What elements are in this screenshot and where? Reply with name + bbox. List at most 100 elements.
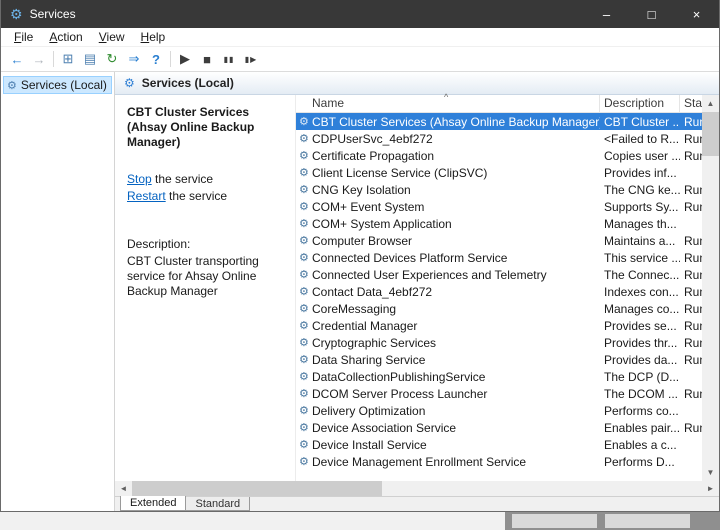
service-row[interactable]: ⚙CNG Key IsolationThe CNG ke...Running [296, 181, 702, 198]
forward-icon[interactable]: → [28, 49, 50, 69]
service-gear-icon: ⚙ [296, 302, 312, 315]
service-description: Copies user ... [600, 149, 680, 163]
restart-link-suffix: the service [166, 189, 227, 203]
service-status: Running [680, 302, 702, 316]
sort-ascending-icon: ^ [444, 92, 448, 102]
service-row[interactable]: ⚙Cryptographic ServicesProvides thr...Ru… [296, 334, 702, 351]
service-row[interactable]: ⚙Certificate PropagationCopies user ...R… [296, 147, 702, 164]
restart-service-icon[interactable]: ▮▶ [240, 49, 262, 69]
service-row[interactable]: ⚙Computer BrowserMaintains a...Running [296, 232, 702, 249]
tree-node-services-local[interactable]: ⚙ Services (Local) [3, 76, 112, 94]
toolbar: ← → ⊞ ▤ ↻ ⇒ ? ▶ ■ ▮▮ ▮▶ [1, 47, 719, 72]
service-status: Running [680, 200, 702, 214]
service-row[interactable]: ⚙Client License Service (ClipSVC)Provide… [296, 164, 702, 181]
menu-action[interactable]: Action [41, 30, 90, 44]
service-status: Running [680, 319, 702, 333]
service-status: Running [680, 387, 702, 401]
service-row[interactable]: ⚙DataCollectionPublishingServiceThe DCP … [296, 368, 702, 385]
column-header-status[interactable]: Status [680, 95, 702, 112]
service-row[interactable]: ⚙DCOM Server Process LauncherThe DCOM ..… [296, 385, 702, 402]
service-status: Running [680, 234, 702, 248]
service-row[interactable]: ⚙Delivery OptimizationPerforms co... [296, 402, 702, 419]
restart-service-link[interactable]: Restart [127, 189, 166, 203]
service-row[interactable]: ⚙Credential ManagerProvides se...Running [296, 317, 702, 334]
help-icon[interactable]: ? [145, 49, 167, 69]
taskbar-button[interactable] [512, 514, 597, 528]
service-gear-icon: ⚙ [296, 404, 312, 417]
column-header-description[interactable]: Description [600, 95, 680, 112]
service-name: Device Association Service [312, 421, 600, 435]
service-gear-icon: ⚙ [296, 285, 312, 298]
service-description: Enables a c... [600, 438, 680, 452]
tab-extended[interactable]: Extended [120, 496, 186, 511]
service-gear-icon: ⚙ [296, 438, 312, 451]
scroll-right-icon[interactable]: ► [702, 484, 719, 493]
horizontal-scrollbar-thumb[interactable] [132, 481, 382, 496]
service-row[interactable]: ⚙Connected Devices Platform ServiceThis … [296, 249, 702, 266]
service-gear-icon: ⚙ [296, 336, 312, 349]
service-row[interactable]: ⚙COM+ System ApplicationManages th... [296, 215, 702, 232]
service-name: DCOM Server Process Launcher [312, 387, 600, 401]
service-name: Cryptographic Services [312, 336, 600, 350]
vertical-scrollbar[interactable]: ▲ ▼ [702, 95, 719, 481]
scroll-left-icon[interactable]: ◄ [115, 484, 132, 493]
window-title: Services [30, 7, 76, 21]
service-name: COM+ Event System [312, 200, 600, 214]
menu-file[interactable]: File [6, 30, 41, 44]
service-row[interactable]: ⚙Contact Data_4ebf272Indexes con...Runni… [296, 283, 702, 300]
menu-help[interactable]: Help [133, 30, 174, 44]
service-description: Performs D... [600, 455, 680, 469]
vertical-scrollbar-thumb[interactable] [702, 112, 719, 156]
show-console-tree-icon[interactable]: ⊞ [57, 49, 79, 69]
service-status: Running [680, 251, 702, 265]
menu-view[interactable]: View [91, 30, 133, 44]
scroll-down-icon[interactable]: ▼ [702, 464, 719, 481]
service-row[interactable]: ⚙Device Management Enrollment ServicePer… [296, 453, 702, 470]
stop-link-suffix: the service [152, 172, 213, 186]
service-gear-icon: ⚙ [296, 200, 312, 213]
service-row[interactable]: ⚙CBT Cluster Services (Ahsay Online Back… [296, 113, 702, 130]
minimize-button[interactable]: – [584, 0, 629, 28]
refresh-icon[interactable]: ↻ [101, 49, 123, 69]
service-row[interactable]: ⚙Device Association ServiceEnables pair.… [296, 419, 702, 436]
service-name: Credential Manager [312, 319, 600, 333]
horizontal-scrollbar[interactable]: ◄ ► [115, 481, 719, 496]
service-row[interactable]: ⚙CDPUserSvc_4ebf272<Failed to R...Runnin… [296, 130, 702, 147]
service-status: Running [680, 132, 702, 146]
service-gear-icon: ⚙ [296, 234, 312, 247]
maximize-button[interactable]: □ [629, 0, 674, 28]
service-row[interactable]: ⚙COM+ Event SystemSupports Sy...Running [296, 198, 702, 215]
service-gear-icon: ⚙ [296, 421, 312, 434]
menu-bar: File Action View Help [1, 28, 719, 47]
stop-service-icon[interactable]: ■ [196, 49, 218, 69]
service-row[interactable]: ⚙CoreMessagingManages co...Running [296, 300, 702, 317]
service-gear-icon: ⚙ [296, 149, 312, 162]
pause-service-icon[interactable]: ▮▮ [218, 49, 240, 69]
service-description: The CNG ke... [600, 183, 680, 197]
service-name: Connected User Experiences and Telemetry [312, 268, 600, 282]
service-name: CDPUserSvc_4ebf272 [312, 132, 600, 146]
tab-standard[interactable]: Standard [186, 497, 250, 511]
properties-icon[interactable]: ▤ [79, 49, 101, 69]
services-app-icon[interactable]: ⚙ [10, 6, 23, 23]
pane-header-icon: ⚙ [124, 76, 135, 90]
scroll-up-icon[interactable]: ▲ [702, 95, 719, 112]
services-node-icon: ⚙ [7, 79, 17, 92]
service-row[interactable]: ⚙Device Install ServiceEnables a c... [296, 436, 702, 453]
stop-service-link[interactable]: Stop [127, 172, 152, 186]
service-status: Running [680, 268, 702, 282]
pane-header: ⚙ Services (Local) [115, 72, 719, 95]
back-icon[interactable]: ← [6, 49, 28, 69]
service-row[interactable]: ⚙Connected User Experiences and Telemetr… [296, 266, 702, 283]
service-status: Running [680, 183, 702, 197]
close-button[interactable]: × [674, 0, 719, 28]
taskbar-button[interactable] [605, 514, 690, 528]
start-service-icon[interactable]: ▶ [174, 49, 196, 69]
console-tree-panel: ⚙ Services (Local) [1, 72, 115, 511]
service-name: Connected Devices Platform Service [312, 251, 600, 265]
service-gear-icon: ⚙ [296, 115, 312, 128]
export-list-icon[interactable]: ⇒ [123, 49, 145, 69]
service-row[interactable]: ⚙Data Sharing ServiceProvides da...Runni… [296, 351, 702, 368]
vertical-scrollbar-track[interactable] [702, 156, 719, 464]
services-window: ⚙ Services – □ × File Action View Help ←… [0, 0, 720, 512]
